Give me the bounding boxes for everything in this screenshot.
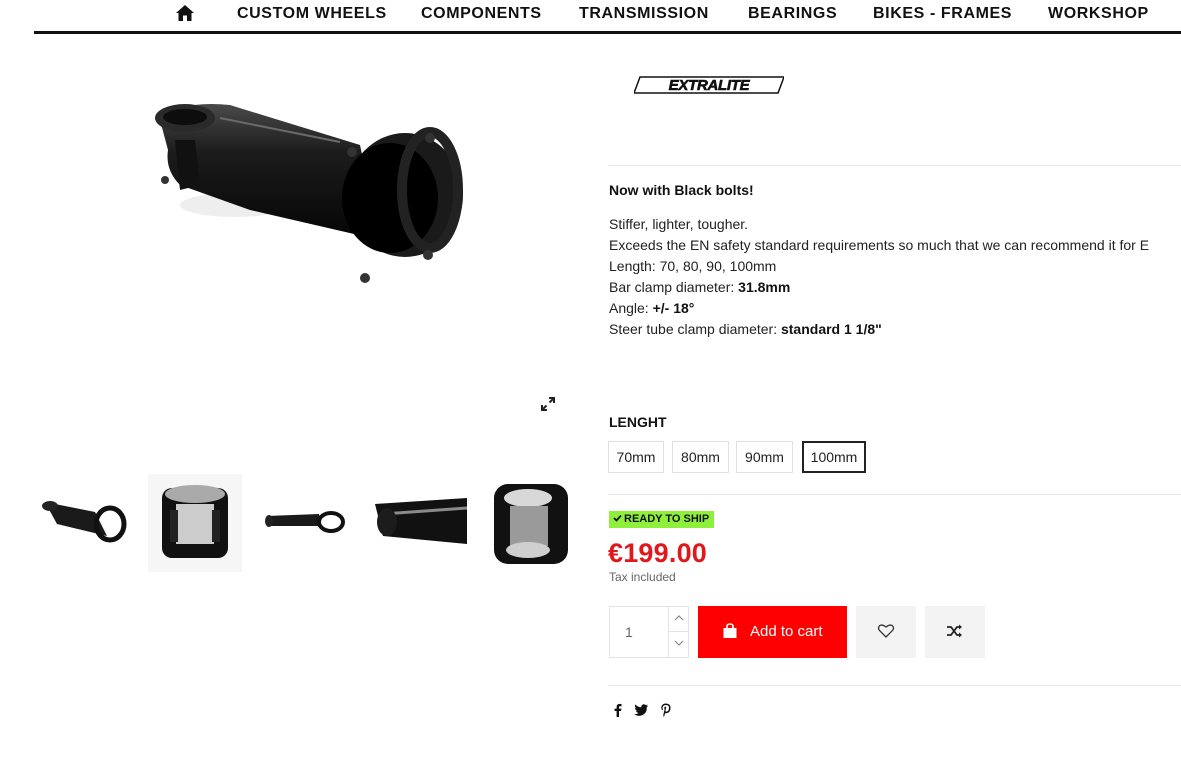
quantity-increase-button[interactable] <box>668 607 689 632</box>
shopping-bag-icon <box>723 623 737 638</box>
chevron-up-icon <box>674 615 684 621</box>
heart-icon <box>877 624 895 638</box>
pinterest-icon[interactable] <box>658 702 674 718</box>
brand-logo-text: EXTRALITE <box>669 77 751 94</box>
check-icon <box>613 514 622 522</box>
chevron-down-icon <box>674 640 684 646</box>
product-description: Stiffer, lighter, tougher. Exceeds the E… <box>609 214 1181 340</box>
ready-to-ship-badge: READY TO SHIP <box>609 511 715 528</box>
divider <box>608 165 1181 166</box>
nav-item-workshop[interactable]: WORKSHOP <box>1048 5 1149 23</box>
length-option-100mm[interactable]: 100mm <box>802 441 866 473</box>
quantity-decrease-button[interactable] <box>668 632 689 657</box>
stem-thumb-5[interactable] <box>486 474 580 572</box>
length-option-70mm[interactable]: 70mm <box>608 441 664 473</box>
nav-item-bearings[interactable]: BEARINGS <box>748 5 837 23</box>
nav-item-custom-wheels[interactable]: CUSTOM WHEELS <box>237 5 387 23</box>
description-line: Exceeds the EN safety standard requireme… <box>609 237 1150 253</box>
ready-to-ship-label: READY TO SHIP <box>624 513 710 525</box>
nav-item-transmission[interactable]: TRANSMISSION <box>579 5 709 23</box>
stem-thumb-2[interactable] <box>148 474 242 572</box>
add-to-cart-label: Add to cart <box>750 623 823 640</box>
length-option-80mm[interactable]: 80mm <box>672 441 729 473</box>
brand-logo: EXTRALITE <box>634 76 784 94</box>
description-line: Length: 70, 80, 90, 100mm <box>609 258 777 274</box>
description-line: Angle: +/- 18° <box>609 298 1181 319</box>
steer-tube-label: Steer tube clamp diameter: <box>609 321 781 337</box>
main-navigation: CUSTOM WHEELS COMPONENTS TRANSMISSION BE… <box>34 0 1181 34</box>
description-line: Bar clamp diameter: 31.8mm <box>609 277 1181 298</box>
angle-label: Angle: <box>609 300 653 316</box>
quantity-stepper: 1 <box>609 606 689 658</box>
stem-thumb-1[interactable] <box>35 474 129 572</box>
description-line: Steer tube clamp diameter: standard 1 1/… <box>609 319 1181 340</box>
product-price: €199.00 <box>608 538 707 568</box>
stem-product-image[interactable] <box>140 90 470 310</box>
stem-thumb-3[interactable] <box>259 474 353 572</box>
stem-thumb-4[interactable] <box>373 474 467 572</box>
tax-note: Tax included <box>609 570 676 584</box>
angle-value: +/- 18° <box>652 300 695 316</box>
bar-clamp-value: 31.8mm <box>738 279 791 295</box>
nav-item-components[interactable]: COMPONENTS <box>421 5 542 23</box>
length-option-90mm[interactable]: 90mm <box>736 441 793 473</box>
description-title: Now with Black bolts! <box>609 182 754 198</box>
description-line: Stiffer, lighter, tougher. <box>609 216 749 232</box>
variant-title: LENGHT <box>609 414 667 430</box>
shuffle-icon <box>947 624 962 638</box>
twitter-icon[interactable] <box>633 702 649 718</box>
nav-item-bikes-frames[interactable]: BIKES - FRAMES <box>873 5 1012 23</box>
steer-tube-value: standard 1 1/8" <box>780 321 882 337</box>
wishlist-button[interactable] <box>856 606 916 658</box>
divider <box>608 494 1181 495</box>
bar-clamp-label: Bar clamp diameter: <box>609 279 739 295</box>
divider <box>608 685 1181 686</box>
home-icon[interactable] <box>175 4 195 22</box>
expand-icon[interactable] <box>540 396 556 412</box>
facebook-icon[interactable] <box>610 702 626 718</box>
compare-button[interactable] <box>925 606 985 658</box>
add-to-cart-button[interactable]: Add to cart <box>698 606 847 658</box>
quantity-input[interactable]: 1 <box>610 607 668 657</box>
